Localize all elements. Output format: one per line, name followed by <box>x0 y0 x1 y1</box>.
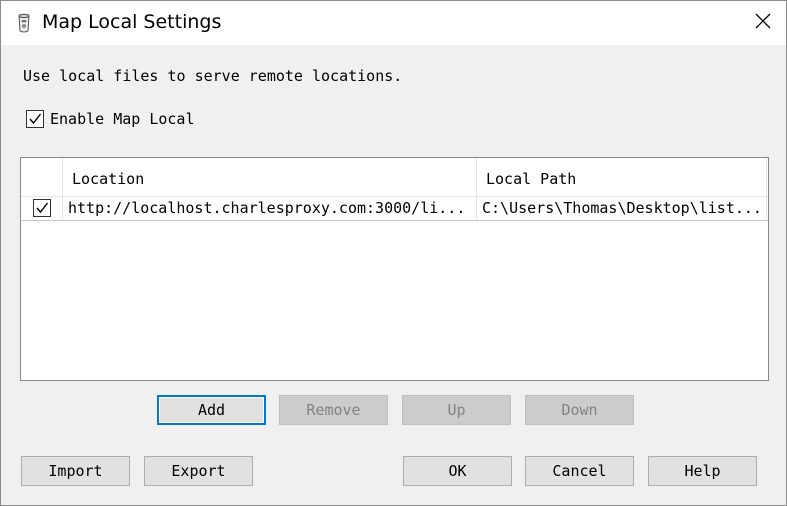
charles-app-icon <box>15 13 33 33</box>
enable-map-local-label: Enable Map Local <box>50 110 195 128</box>
checkmark-icon <box>29 113 42 125</box>
row-enabled-checkbox[interactable] <box>32 199 51 217</box>
column-header-local-path[interactable]: Local Path <box>477 158 767 196</box>
cancel-button[interactable]: Cancel <box>525 456 634 486</box>
down-button[interactable]: Down <box>525 395 634 425</box>
description-text: Use local files to serve remote location… <box>23 67 403 85</box>
close-button[interactable] <box>740 1 786 45</box>
table-header: Location Local Path <box>21 158 768 197</box>
export-button[interactable]: Export <box>144 456 253 486</box>
map-local-settings-dialog: Map Local Settings Use local files to se… <box>0 0 787 506</box>
row-local-path-cell[interactable]: C:\Users\Thomas\Desktop\list... <box>477 196 767 220</box>
import-button[interactable]: Import <box>21 456 130 486</box>
ok-button[interactable]: OK <box>403 456 512 486</box>
help-button[interactable]: Help <box>648 456 757 486</box>
row-location-cell[interactable]: http://localhost.charlesproxy.com:3000/l… <box>63 196 477 220</box>
title-bar: Map Local Settings <box>1 1 786 45</box>
mappings-table[interactable]: Location Local Path http://localhost.cha… <box>20 157 769 381</box>
remove-button[interactable]: Remove <box>279 395 388 425</box>
close-icon <box>755 13 771 33</box>
row-enabled-cell[interactable] <box>21 196 63 220</box>
table-row[interactable]: http://localhost.charlesproxy.com:3000/l… <box>21 196 768 221</box>
checkmark-icon <box>35 202 48 214</box>
add-button[interactable]: Add <box>157 395 266 425</box>
column-header-location[interactable]: Location <box>63 158 477 196</box>
enable-map-local-check-box[interactable] <box>26 110 44 128</box>
enable-map-local-checkbox[interactable]: Enable Map Local <box>26 109 195 129</box>
dialog-title: Map Local Settings <box>42 11 222 33</box>
column-header-enabled[interactable] <box>21 158 63 196</box>
up-button[interactable]: Up <box>402 395 511 425</box>
